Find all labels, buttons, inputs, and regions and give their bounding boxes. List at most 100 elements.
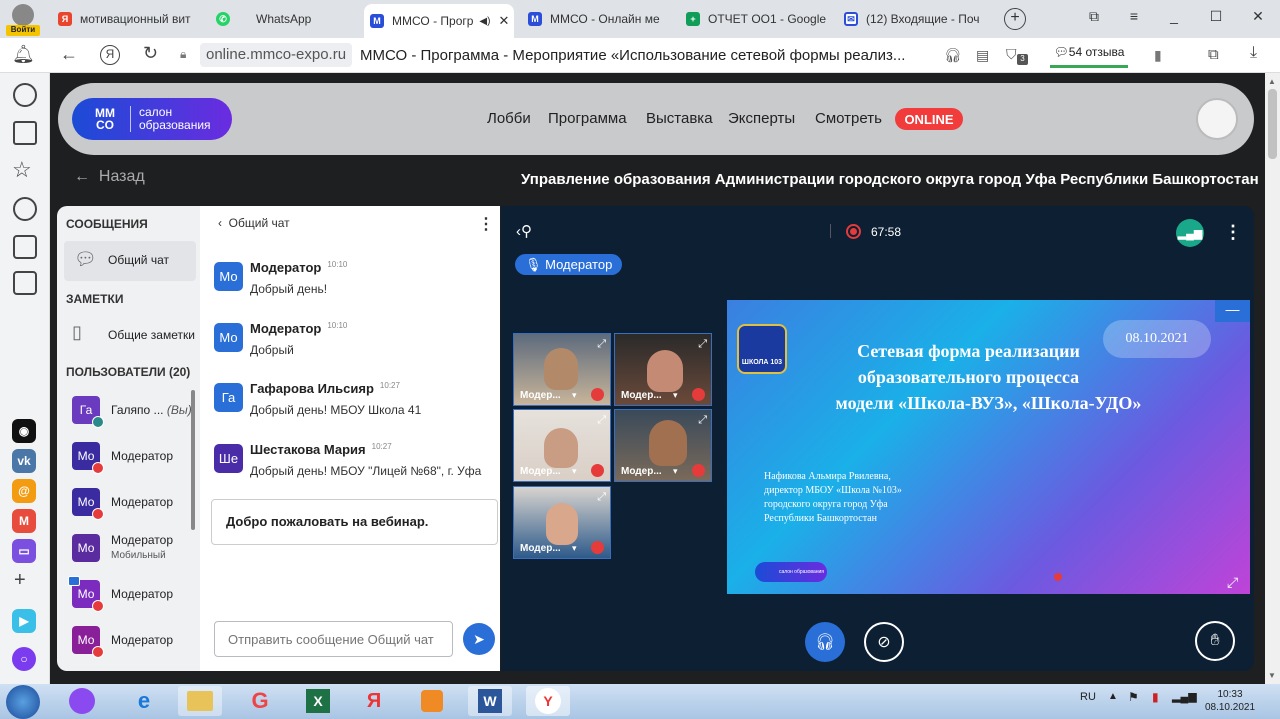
chat-message-input[interactable]	[214, 621, 453, 657]
site-logo[interactable]: MM CO салон образования	[72, 98, 232, 140]
tab-report-sheets[interactable]: + ОТЧЕТ ОО1 - Google	[680, 6, 830, 32]
user-item[interactable]: Мо Модератор	[72, 625, 173, 658]
back-link[interactable]: ← Назад	[74, 168, 145, 186]
reviews-badge[interactable]: 💬︎54 отзыва	[1050, 42, 1128, 68]
taskbar-alice[interactable]	[60, 686, 104, 716]
connection-quality-icon[interactable]: ▂▄▆	[1176, 219, 1204, 247]
page-scrollbar[interactable]: ▲ ▼	[1265, 73, 1280, 684]
new-tab-button[interactable]: +	[1004, 8, 1026, 30]
scroll-up-icon[interactable]: ▲	[1268, 77, 1276, 86]
camera-icon[interactable]	[13, 271, 37, 295]
send-message-button[interactable]: ➤	[463, 623, 495, 655]
more-vert-icon[interactable]: ⋮	[478, 214, 494, 234]
online-badge[interactable]: ONLINE	[895, 108, 963, 130]
start-button[interactable]	[6, 685, 40, 719]
user-avatar[interactable]	[1196, 98, 1238, 140]
nav-watch[interactable]: Смотреть	[815, 110, 882, 127]
reload-icon[interactable]: ↻	[143, 43, 158, 64]
notes-icon[interactable]	[13, 121, 37, 145]
general-notes-item[interactable]: ▯ Общие заметки	[64, 318, 196, 354]
download-icon[interactable]: ⤓	[1250, 44, 1257, 62]
user-item[interactable]: Мо Модератор	[72, 487, 173, 520]
camera-off-button[interactable]: ⊘	[864, 622, 904, 662]
taskbar-yandex-browser[interactable]: Y	[526, 686, 570, 716]
mail-ru-icon[interactable]: @	[12, 479, 36, 503]
profile-button[interactable]: Войти	[6, 4, 40, 36]
taskbar-explorer[interactable]	[178, 686, 222, 716]
play-icon[interactable]	[13, 197, 37, 221]
tray-expand-icon[interactable]: ▲	[1108, 691, 1118, 702]
scroll-down-icon[interactable]: ▼	[1268, 671, 1276, 680]
general-chat-item[interactable]: 💬︎ Общий чат	[64, 241, 196, 281]
expand-icon[interactable]: ⤢	[597, 338, 606, 351]
tile-label[interactable]: Модер...	[621, 390, 662, 401]
tile-label[interactable]: Модер...	[520, 466, 561, 477]
headphones-button[interactable]: 🎧︎	[805, 622, 845, 662]
language-indicator[interactable]: RU	[1080, 691, 1096, 703]
taskbar-ie[interactable]: e	[122, 686, 166, 716]
url-page-title[interactable]: ММСО - Программа - Мероприятие «Использо…	[360, 47, 905, 64]
tile-label[interactable]: Модер...	[520, 543, 561, 554]
user-item[interactable]: Мо Модератор	[68, 576, 173, 612]
nav-lobby[interactable]: Лобби	[487, 110, 531, 127]
taskbar-word[interactable]: W	[468, 686, 512, 716]
url-domain[interactable]: online.mmco-expo.ru	[200, 43, 353, 67]
minimize-icon[interactable]: _	[1164, 8, 1184, 24]
maximize-icon[interactable]: ☐	[1206, 8, 1226, 25]
video-tile[interactable]: ⤢ Модер... ▾	[513, 409, 611, 482]
tile-dropdown-icon[interactable]: ▾	[572, 543, 577, 554]
notifications-icon[interactable]: 🔔︎	[12, 44, 35, 65]
fullscreen-icon[interactable]: ⤢	[1227, 574, 1238, 591]
tile-label[interactable]: Модер...	[520, 390, 561, 401]
taskbar-excel[interactable]: X	[296, 686, 340, 716]
alice-icon[interactable]: ○	[12, 647, 36, 671]
tab-inbox[interactable]: ✉ (12) Входящие - Поч	[838, 6, 990, 32]
moderator-badge[interactable]: 🎙︎ Модератор	[515, 254, 623, 275]
tab-motivational[interactable]: Ямотивационный вит	[52, 6, 202, 32]
back-icon[interactable]: ←	[60, 44, 78, 65]
participants-toggle-icon[interactable]: ‹⚲	[516, 222, 532, 240]
tab-mmco-online[interactable]: М ММСО - Онлайн ме	[522, 6, 672, 32]
close-window-icon[interactable]: ✕	[1248, 8, 1268, 25]
battery-icon[interactable]: ▮	[1152, 690, 1159, 704]
reader-icon[interactable]: ▤	[976, 47, 989, 64]
minimize-slide-button[interactable]: —	[1215, 300, 1250, 322]
vk-icon[interactable]: vk	[12, 449, 36, 473]
tab-mmco-program[interactable]: М ММСО - Прогр ◀︎) ✕	[364, 4, 514, 38]
chat-header[interactable]: ‹ Общий чат	[218, 216, 290, 230]
tile-dropdown-icon[interactable]: ▾	[673, 466, 678, 477]
clock[interactable]: 10:33 08.10.2021	[1200, 688, 1260, 714]
tile-dropdown-icon[interactable]: ▾	[572, 466, 577, 477]
expand-icon[interactable]: ⤢	[698, 414, 707, 427]
video-tile[interactable]: ⤢ Модер... ▾	[513, 486, 611, 559]
tab-whatsapp[interactable]: ✆ WhatsApp	[210, 6, 360, 32]
tile-dropdown-icon[interactable]: ▾	[572, 390, 577, 401]
protect-icon[interactable]: ⛉	[1006, 46, 1017, 63]
alice-music-icon[interactable]: ◉	[12, 419, 36, 443]
flag-icon[interactable]: ⚑	[1128, 690, 1139, 704]
nav-experts[interactable]: Эксперты	[728, 110, 795, 127]
menu-icon[interactable]: ≡	[1124, 8, 1144, 24]
history-icon[interactable]	[13, 83, 37, 107]
nav-program[interactable]: Программа	[548, 110, 627, 127]
taskbar-yandex[interactable]: Я	[352, 686, 396, 716]
close-tab-icon[interactable]: ✕	[498, 13, 509, 29]
calendar-icon[interactable]	[13, 235, 37, 259]
taskbar-player[interactable]	[410, 686, 454, 716]
gmail-icon[interactable]: M	[12, 509, 36, 533]
users-scrollbar[interactable]	[191, 390, 195, 530]
network-icon[interactable]: ▂▄▆	[1172, 690, 1197, 703]
taskbar-chrome[interactable]: G	[238, 686, 282, 716]
tile-label[interactable]: Модер...	[621, 466, 662, 477]
user-item[interactable]: Мо Модератор Мобильный	[72, 533, 173, 563]
scroll-thumb[interactable]	[1268, 89, 1277, 159]
nav-exhibition[interactable]: Выставка	[646, 110, 713, 127]
favorites-icon[interactable]: ☆	[12, 157, 32, 183]
user-item[interactable]: Мо Модератор	[72, 441, 173, 474]
collections-icon[interactable]: ⧉	[1208, 46, 1219, 63]
raise-hand-button[interactable]: ✋︎	[1195, 621, 1235, 661]
video-tile[interactable]: ⤢ Модер... ▾	[513, 333, 611, 406]
tile-dropdown-icon[interactable]: ▾	[673, 390, 678, 401]
video-menu-icon[interactable]: ⋮	[1224, 222, 1242, 243]
expand-icon[interactable]: ⤢	[597, 491, 606, 504]
